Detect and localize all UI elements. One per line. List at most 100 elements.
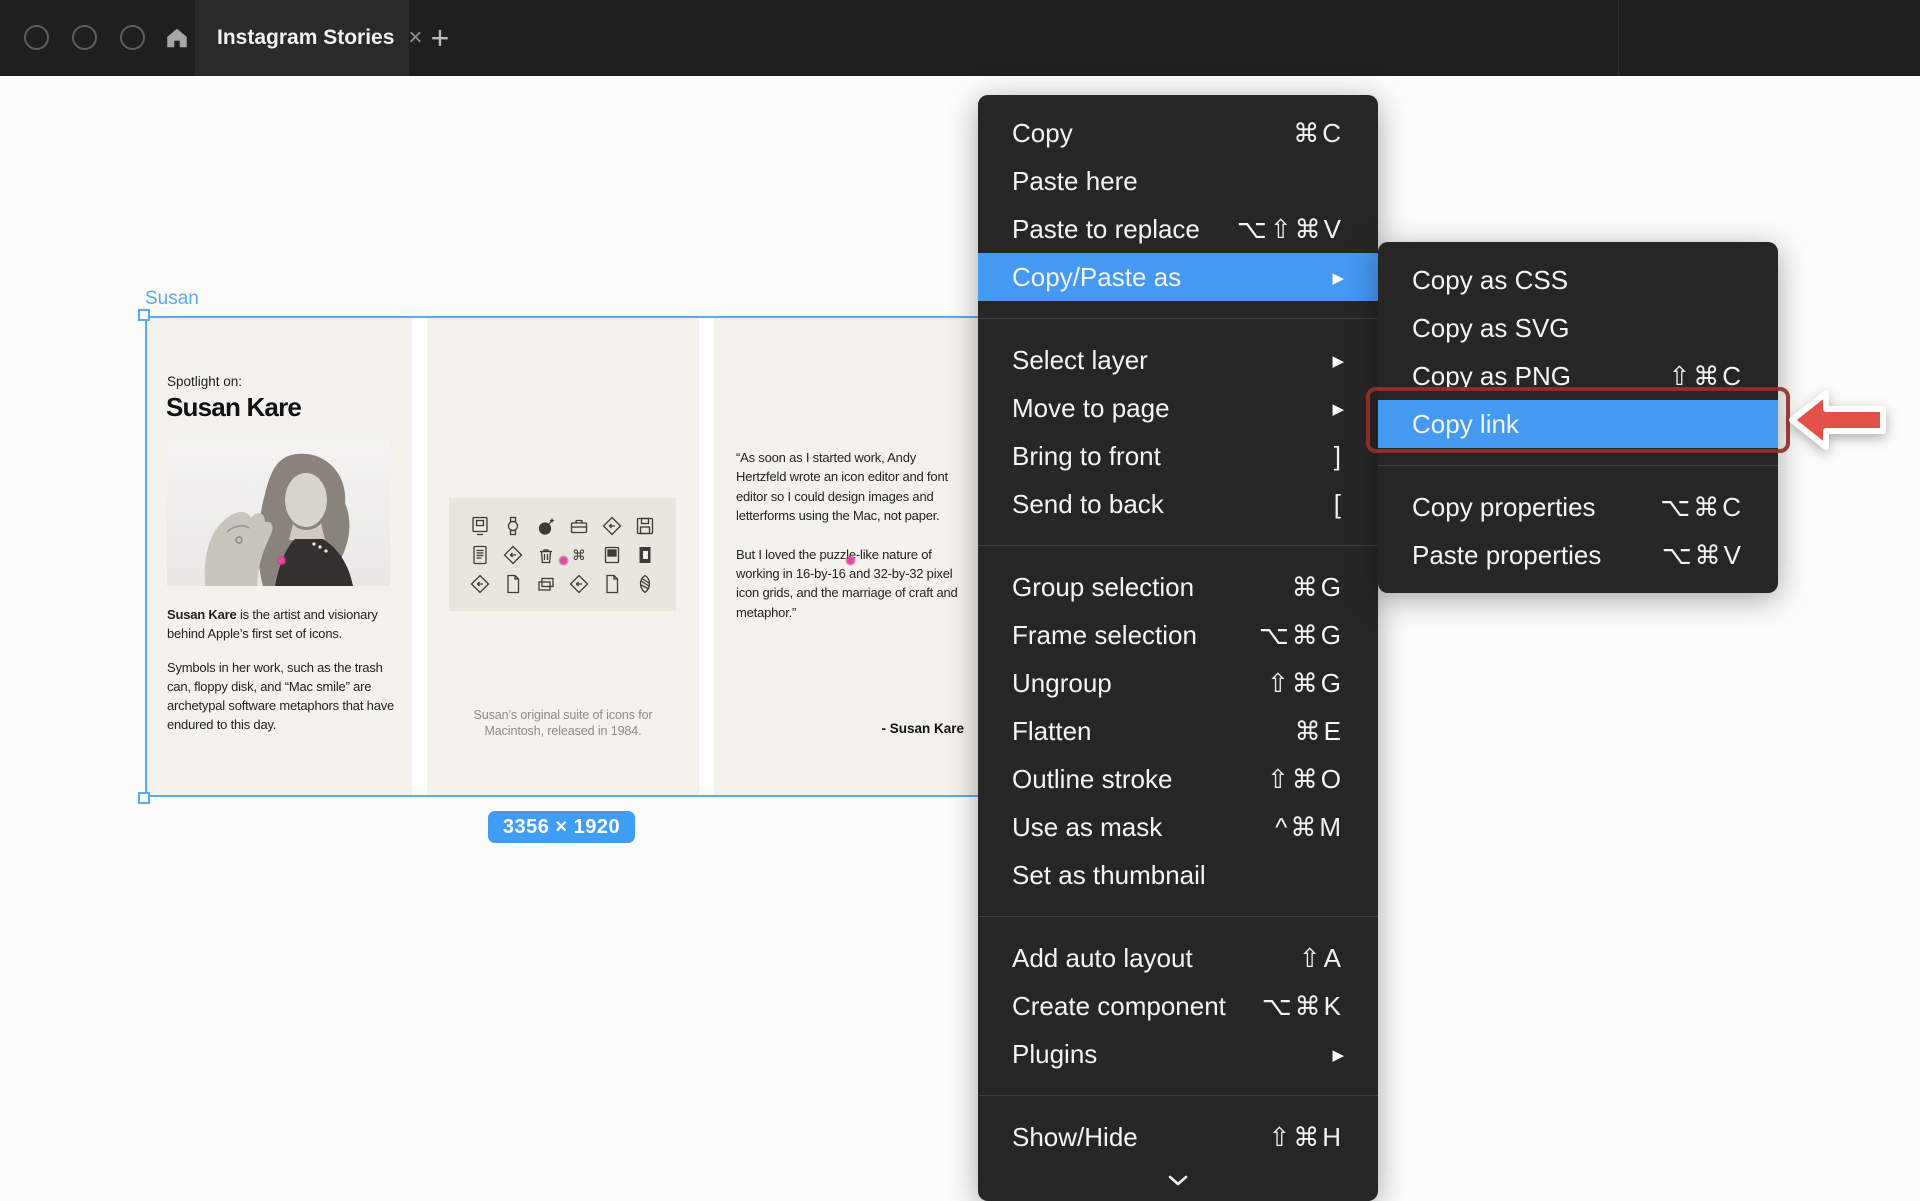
menu-item-copy-paste-as[interactable]: Copy/Paste as▶ xyxy=(978,253,1378,301)
mac-icon-grid: ⌘ xyxy=(464,511,661,599)
menu-item-add-auto-layout[interactable]: Add auto layout⇧A xyxy=(978,934,1378,982)
menu-item-move-to-page[interactable]: Move to page▶ xyxy=(978,384,1378,432)
pink-cursor-dot xyxy=(278,557,285,564)
menu-item-label: Paste to replace xyxy=(1012,214,1200,245)
menu-item-send-to-back[interactable]: Send to back [ xyxy=(978,480,1378,528)
submenu-arrow-icon: ▶ xyxy=(1332,1046,1344,1064)
story-panel-quote[interactable]: “As soon as I started work, Andy Hertzfe… xyxy=(714,316,986,797)
wristwatch-icon xyxy=(503,516,523,536)
floppy-disk-icon xyxy=(635,516,655,536)
story-panel-icons[interactable]: ⌘ Susan’s original suite of icons for Ma… xyxy=(427,316,699,797)
menu-item-paste-here[interactable]: Paste here xyxy=(978,157,1378,205)
menu-item-copy-properties[interactable]: Copy properties ⌥⌘C xyxy=(1378,483,1778,531)
command-key-icon: ⌘ xyxy=(569,545,589,565)
new-tab-button[interactable]: + xyxy=(409,0,471,76)
frame-susan[interactable]: Spotlight on: Susan Kare Susan Kare is t… xyxy=(145,316,986,797)
menu-item-shortcut: ⌥⌘G xyxy=(1259,620,1344,651)
menu-item-shortcut: ^⌘M xyxy=(1275,812,1344,843)
menu-item-label: Copy xyxy=(1012,118,1073,149)
folder-in-icon xyxy=(569,574,589,594)
menu-item-shortcut: ] xyxy=(1334,441,1344,472)
classic-mac-icon xyxy=(470,516,490,536)
menu-scroll-more[interactable] xyxy=(978,1161,1378,1201)
submenu-arrow-icon: ▶ xyxy=(1332,400,1344,418)
menu-item-label: Copy as PNG xyxy=(1412,361,1571,392)
menu-item-copy-as-png[interactable]: Copy as PNG ⇧⌘C xyxy=(1378,352,1778,400)
submenu-arrow-icon: ▶ xyxy=(1332,352,1344,370)
menu-item-show-hide[interactable]: Show/Hide⇧⌘H xyxy=(978,1113,1378,1161)
menu-item-plugins[interactable]: Plugins ▶ xyxy=(978,1030,1378,1078)
menu-item-label: Flatten xyxy=(1012,716,1092,747)
window-minimize-button[interactable] xyxy=(72,25,97,50)
spotlight-body: Susan Kare is the artist and visionary b… xyxy=(167,605,399,749)
menu-item-shortcut: ⇧⌘H xyxy=(1268,1122,1344,1153)
tab-title: Instagram Stories xyxy=(195,26,394,50)
titlebar: Instagram Stories × + xyxy=(0,0,1920,76)
chevron-down-icon xyxy=(1167,1175,1189,1187)
menu-item-copy-as-css[interactable]: Copy as CSS xyxy=(1378,256,1778,304)
pink-cursor-dot xyxy=(560,557,567,564)
menu-item-label: Send to back xyxy=(1012,489,1164,520)
menu-item-copy-as-svg[interactable]: Copy as SVG xyxy=(1378,304,1778,352)
icon-suite-card[interactable]: ⌘ xyxy=(449,498,676,611)
frame-name-label[interactable]: Susan xyxy=(145,288,199,310)
story-panel-spotlight[interactable]: Spotlight on: Susan Kare Susan Kare is t… xyxy=(145,316,412,797)
window-close-button[interactable] xyxy=(24,25,49,50)
menu-item-set-as-thumbnail[interactable]: Set as thumbnail xyxy=(978,851,1378,899)
menu-item-label: Outline stroke xyxy=(1012,764,1172,795)
quote-attribution: - Susan Kare xyxy=(736,721,964,736)
menu-item-paste-to-replace[interactable]: Paste to replace ⌥⇧⌘V xyxy=(978,205,1378,253)
menu-item-frame-selection[interactable]: Frame selection ⌥⌘G xyxy=(978,611,1378,659)
susan-kare-photo xyxy=(167,440,390,586)
menu-item-ungroup[interactable]: Ungroup⇧⌘G xyxy=(978,659,1378,707)
print-copies-icon xyxy=(536,574,556,594)
selection-handle-bottom-left[interactable] xyxy=(138,792,150,804)
pink-cursor-dot xyxy=(847,557,854,564)
menu-item-copy-link[interactable]: Copy link xyxy=(1378,400,1778,448)
menu-item-shortcut: [ xyxy=(1334,489,1344,520)
document-icon xyxy=(470,545,490,565)
copy-paste-as-submenu: Copy as CSSCopy as SVGCopy as PNG⇧⌘CCopy… xyxy=(1378,242,1778,593)
menu-item-shortcut: ⇧⌘G xyxy=(1267,668,1344,699)
menu-item-shortcut: ⇧A xyxy=(1299,943,1344,974)
menu-item-shortcut: ⌥⌘C xyxy=(1660,492,1744,523)
menu-item-copy[interactable]: Copy⌘C xyxy=(978,109,1378,157)
menu-item-select-layer[interactable]: Select layer▶ xyxy=(978,336,1378,384)
home-icon xyxy=(164,25,190,51)
folder-out-icon xyxy=(602,516,622,536)
spotlight-eyebrow: Spotlight on: xyxy=(167,374,242,389)
toolbar-divider xyxy=(1618,0,1619,76)
menu-item-use-as-mask[interactable]: Use as mask^⌘M xyxy=(978,803,1378,851)
address-book-icon xyxy=(635,545,655,565)
menu-item-label: Frame selection xyxy=(1012,620,1197,651)
menu-item-paste-properties[interactable]: Paste properties ⌥⌘V xyxy=(1378,531,1778,579)
menu-item-shortcut: ⇧⌘O xyxy=(1267,764,1344,795)
menu-item-create-component[interactable]: Create component⌥⌘K xyxy=(978,982,1378,1030)
artwork-page-icon xyxy=(602,574,622,594)
bomb-icon xyxy=(536,516,556,536)
spotlight-body-2: Symbols in her work, such as the trash c… xyxy=(167,658,399,735)
menu-separator xyxy=(978,916,1378,917)
tab-instagram-stories[interactable]: Instagram Stories × xyxy=(195,0,409,76)
window-zoom-button[interactable] xyxy=(120,25,145,50)
menu-item-shortcut: ⇧⌘C xyxy=(1668,361,1744,392)
spotlight-body-bold: Susan Kare xyxy=(167,607,237,622)
menu-item-label: Group selection xyxy=(1012,572,1194,603)
selection-handle-top-left[interactable] xyxy=(138,309,150,321)
menu-item-label: Plugins xyxy=(1012,1039,1097,1070)
trash-can-icon xyxy=(536,545,556,565)
menu-item-shortcut: ⌥⌘K xyxy=(1262,991,1344,1022)
menu-item-flatten[interactable]: Flatten ⌘E xyxy=(978,707,1378,755)
submenu-arrow-icon: ▶ xyxy=(1332,269,1344,287)
menu-item-shortcut: ⌥⌘V xyxy=(1662,540,1744,571)
menu-item-bring-to-front[interactable]: Bring to front] xyxy=(978,432,1378,480)
menu-item-label: Paste properties xyxy=(1412,540,1601,571)
menu-item-label: Copy properties xyxy=(1412,492,1596,523)
menu-item-shortcut: ⌥⇧⌘V xyxy=(1237,214,1344,245)
compact-mac-icon xyxy=(602,545,622,565)
menu-item-shortcut: ⌘E xyxy=(1295,716,1344,747)
menu-item-group-selection[interactable]: Group selection⌘G xyxy=(978,563,1378,611)
menu-item-label: Paste here xyxy=(1012,166,1138,197)
icons-caption: Susan’s original suite of icons for Maci… xyxy=(427,708,699,739)
menu-item-outline-stroke[interactable]: Outline stroke ⇧⌘O xyxy=(978,755,1378,803)
